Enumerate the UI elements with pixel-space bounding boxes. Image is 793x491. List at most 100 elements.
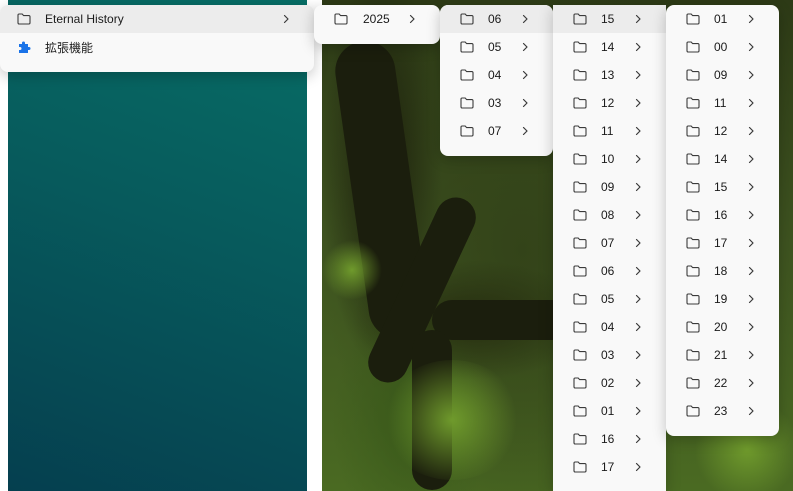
menu-item-label: 13 (601, 68, 615, 82)
menu-item[interactable]: 16 (666, 201, 779, 229)
menu-item[interactable]: 16 (553, 425, 666, 453)
menu-item[interactable]: 05 (440, 33, 553, 61)
chevron-right-icon (632, 265, 644, 277)
folder-icon (573, 237, 589, 250)
menu-item[interactable]: 12 (666, 117, 779, 145)
chevron-right-icon (519, 97, 531, 109)
chevron-right-icon (632, 237, 644, 249)
menu-item[interactable]: 18 (666, 257, 779, 285)
menu-item[interactable]: 03 (440, 89, 553, 117)
menu-item-label: 2025 (363, 12, 390, 26)
menu-item[interactable]: 09 (666, 61, 779, 89)
menu-item[interactable]: Eternal History (0, 5, 314, 33)
menu-item-label: 11 (714, 96, 727, 110)
menu-item-label: 16 (601, 432, 615, 446)
menu-item[interactable]: 06 (440, 5, 553, 33)
folder-icon (686, 153, 702, 166)
menu-item-label: 22 (714, 376, 728, 390)
moss-patch (322, 240, 382, 300)
menu-item[interactable]: 11 (666, 89, 779, 117)
menu-item[interactable]: 15 (553, 5, 666, 33)
menu-item[interactable]: 05 (553, 285, 666, 313)
menu-item[interactable]: 07 (553, 229, 666, 257)
menu-item[interactable]: 02 (553, 369, 666, 397)
menu-item-label: 03 (601, 348, 615, 362)
folder-icon (573, 69, 589, 82)
folder-icon (460, 13, 476, 26)
menu-item-label: 15 (601, 12, 615, 26)
folder-icon (573, 321, 589, 334)
folder-icon (573, 265, 589, 278)
chevron-right-icon (632, 209, 644, 221)
menu-item-label: 18 (714, 264, 728, 278)
menu-item[interactable]: 17 (666, 229, 779, 257)
menu-item[interactable]: 04 (553, 313, 666, 341)
menu-item[interactable]: 17 (553, 453, 666, 481)
folder-icon (573, 97, 589, 110)
menu-item[interactable]: 22 (666, 369, 779, 397)
menu-item[interactable]: 21 (666, 341, 779, 369)
chevron-right-icon (632, 461, 644, 473)
menu-item[interactable]: 04 (440, 61, 553, 89)
chevron-right-icon (632, 97, 644, 109)
folder-icon (17, 13, 33, 26)
menu-item-label: 09 (714, 68, 728, 82)
folder-icon (686, 41, 702, 54)
menu-item[interactable]: 11 (553, 117, 666, 145)
menu-item-label: 06 (488, 12, 502, 26)
menu-item-label: 01 (714, 12, 728, 26)
menu-item[interactable]: 00 (666, 33, 779, 61)
menu-item[interactable]: 07 (440, 117, 553, 145)
menu-item-label: 03 (488, 96, 502, 110)
folder-icon (573, 125, 589, 138)
menu-item-label: 04 (601, 320, 615, 334)
menu-item[interactable]: 20 (666, 313, 779, 341)
menu-item[interactable]: 14 (666, 145, 779, 173)
menu-item-label: 15 (714, 180, 728, 194)
menu-item[interactable]: 03 (553, 341, 666, 369)
menu-item[interactable]: 19 (666, 285, 779, 313)
chevron-right-icon (519, 69, 531, 81)
chevron-right-icon (745, 153, 757, 165)
submenu-month: 06 05 04 03 07 (440, 5, 553, 156)
menu-item[interactable]: 09 (553, 173, 666, 201)
menu-item[interactable]: 08 (553, 201, 666, 229)
chevron-right-icon (745, 405, 757, 417)
menu-item-label: 10 (601, 152, 615, 166)
menu-item[interactable]: 01 (553, 397, 666, 425)
menu-item-label: 07 (488, 124, 502, 138)
chevron-right-icon (745, 377, 757, 389)
menu-item[interactable]: 06 (553, 257, 666, 285)
chevron-right-icon (632, 153, 644, 165)
folder-icon (686, 265, 702, 278)
menu-item[interactable]: 23 (666, 397, 779, 425)
chevron-right-icon (632, 13, 644, 25)
folder-icon (460, 41, 476, 54)
chevron-right-icon (632, 405, 644, 417)
folder-icon (573, 433, 589, 446)
menu-item[interactable]: 12 (553, 89, 666, 117)
menu-item-label: 04 (488, 68, 502, 82)
menu-item-label: 08 (601, 208, 615, 222)
menu-item-label: 02 (601, 376, 615, 390)
chevron-right-icon (519, 125, 531, 137)
menu-item-label: 06 (601, 264, 615, 278)
menu-item-label: 11 (601, 124, 614, 138)
folder-icon (686, 349, 702, 362)
fern-foliage (382, 360, 522, 480)
chevron-right-icon (632, 125, 644, 137)
menu-item[interactable]: 01 (666, 5, 779, 33)
menu-item-label: 14 (714, 152, 728, 166)
tree-branch (432, 300, 572, 340)
menu-item[interactable]: 2025 (314, 5, 440, 33)
menu-item[interactable]: 13 (553, 61, 666, 89)
folder-icon (573, 377, 589, 390)
puzzle-icon (17, 41, 33, 54)
folder-icon (573, 349, 589, 362)
chevron-right-icon (745, 13, 757, 25)
menu-item[interactable]: 10 (553, 145, 666, 173)
menu-item[interactable]: 14 (553, 33, 666, 61)
menu-item[interactable]: 拡張機能 (0, 33, 314, 61)
menu-item[interactable]: 15 (666, 173, 779, 201)
folder-icon (686, 125, 702, 138)
